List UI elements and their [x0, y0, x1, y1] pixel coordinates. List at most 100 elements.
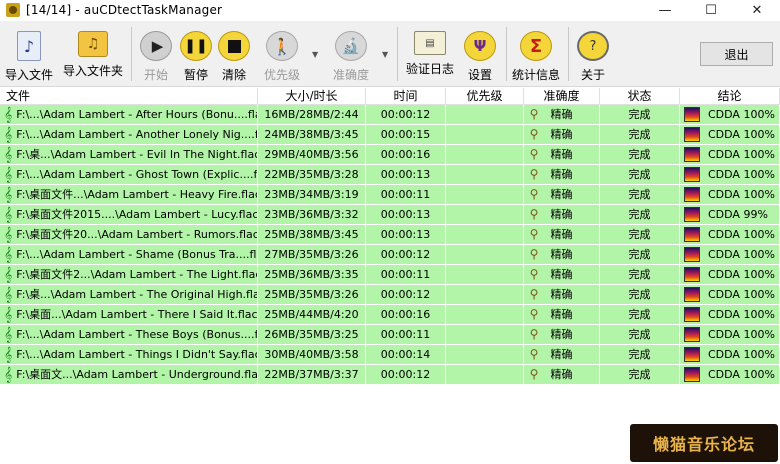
- file-path: F:\桌...\Adam Lambert - The Original High…: [16, 288, 258, 301]
- accuracy-value: 精确: [550, 208, 573, 221]
- walking-person-icon: 🚶: [266, 31, 298, 61]
- column-header-size[interactable]: 大小/时长: [258, 88, 366, 105]
- table-row[interactable]: 𝄞 F:\...\Adam Lambert - After Hours (Bonu…: [0, 105, 780, 125]
- time-cell: 00:00:12: [366, 105, 446, 124]
- accuracy-value: 精确: [550, 288, 573, 301]
- pause-label: 暂停: [183, 68, 208, 82]
- priority-dropdown-icon[interactable]: ▼: [312, 50, 318, 59]
- spectrum-icon[interactable]: [684, 147, 700, 162]
- spectrum-icon[interactable]: [684, 187, 700, 202]
- spectrum-icon[interactable]: [684, 247, 700, 262]
- pause-icon: ❚❚: [180, 31, 212, 61]
- music-file-icon: 𝄞: [4, 346, 13, 363]
- table-row[interactable]: 𝄞 F:\桌面文...\Adam Lambert - Underground.fl…: [0, 365, 780, 385]
- accuracy-dropdown-icon[interactable]: ▼: [382, 50, 388, 59]
- spectrum-icon[interactable]: [684, 207, 700, 222]
- spectrum-icon[interactable]: [684, 287, 700, 302]
- accuracy-cell: ⚲ 精确: [524, 345, 600, 364]
- table-row[interactable]: 𝄞 F:\桌...\Adam Lambert - Evil In The Nigh…: [0, 145, 780, 165]
- time-cell: 00:00:12: [366, 365, 446, 384]
- table-row[interactable]: 𝄞 F:\桌面文件...\Adam Lambert - Heavy Fire.fl…: [0, 185, 780, 205]
- column-header-result[interactable]: 结论: [680, 88, 780, 105]
- accuracy-value: 精确: [550, 248, 573, 261]
- status-cell: 完成: [600, 325, 680, 344]
- priority-cell: [446, 125, 524, 144]
- exit-button[interactable]: 退出: [700, 42, 773, 66]
- settings-label: 设置: [467, 68, 492, 82]
- priority-cell: [446, 165, 524, 184]
- settings-button[interactable]: Ψ 设置: [460, 25, 500, 83]
- table-row[interactable]: 𝄞 F:\...\Adam Lambert - Shame (Bonus Tra.…: [0, 245, 780, 265]
- import-folder-button[interactable]: ♫ 导入文件夹: [60, 25, 126, 83]
- pause-button[interactable]: ❚❚ 暂停: [176, 25, 216, 83]
- spectrum-icon[interactable]: [684, 347, 700, 362]
- verify-log-label: 验证日志: [405, 62, 454, 76]
- microscope-icon: ⚲: [529, 327, 539, 341]
- maximize-button[interactable]: ☐: [688, 0, 734, 20]
- about-button[interactable]: ? 关于: [574, 25, 612, 83]
- verify-log-button[interactable]: ▤ 验证日志: [404, 25, 456, 83]
- table-row[interactable]: 𝄞 F:\...\Adam Lambert - Ghost Town (Expli…: [0, 165, 780, 185]
- app-icon: [6, 3, 20, 17]
- spectrum-icon[interactable]: [684, 307, 700, 322]
- spectrum-icon[interactable]: [684, 367, 700, 382]
- result-cell: CDDA 100%: [680, 145, 780, 164]
- time-cell: 00:00:16: [366, 145, 446, 164]
- column-header-time[interactable]: 时间: [366, 88, 446, 105]
- spectrum-icon[interactable]: [684, 107, 700, 122]
- clear-button[interactable]: 清除: [214, 25, 254, 83]
- stats-button[interactable]: Σ 统计信息: [510, 25, 562, 83]
- result-cell: CDDA 100%: [680, 105, 780, 124]
- import-file-button[interactable]: ♪ 导入文件: [2, 25, 56, 83]
- table-row[interactable]: 𝄞 F:\桌面文件2015....\Adam Lambert - Lucy.fla…: [0, 205, 780, 225]
- file-cell: 𝄞 F:\...\Adam Lambert - After Hours (Bonu…: [0, 105, 258, 124]
- accuracy-button[interactable]: 🔬 准确度: [328, 25, 374, 83]
- table-row[interactable]: 𝄞 F:\桌面...\Adam Lambert - There I Said It…: [0, 305, 780, 325]
- table-row[interactable]: 𝄞 F:\桌...\Adam Lambert - The Original Hig…: [0, 285, 780, 305]
- minimize-button[interactable]: —: [642, 0, 688, 20]
- spectrum-icon[interactable]: [684, 267, 700, 282]
- file-cell: 𝄞 F:\...\Adam Lambert - Things I Didn't S…: [0, 345, 258, 364]
- time-cell: 00:00:14: [366, 345, 446, 364]
- table-row[interactable]: 𝄞 F:\...\Adam Lambert - These Boys (Bonus…: [0, 325, 780, 345]
- column-header-file[interactable]: 文件: [0, 88, 258, 105]
- close-button[interactable]: ✕: [734, 0, 780, 20]
- column-header-priority[interactable]: 优先级: [446, 88, 524, 105]
- column-header-status[interactable]: 状态: [600, 88, 680, 105]
- priority-button[interactable]: 🚶 优先级: [258, 25, 306, 83]
- column-header-accuracy[interactable]: 准确度: [524, 88, 600, 105]
- spectrum-icon[interactable]: [684, 327, 700, 342]
- size-cell: 25MB/44MB/4:20: [258, 305, 366, 324]
- start-button[interactable]: ▶ 开始: [136, 25, 176, 83]
- table-row[interactable]: 𝄞 F:\...\Adam Lambert - Things I Didn't S…: [0, 345, 780, 365]
- result-cell: CDDA 100%: [680, 365, 780, 384]
- result-value: CDDA 100%: [708, 308, 775, 321]
- priority-label: 优先级: [263, 68, 300, 82]
- accuracy-cell: ⚲ 精确: [524, 225, 600, 244]
- accuracy-cell: ⚲ 精确: [524, 305, 600, 324]
- microscope-icon: ⚲: [529, 167, 539, 181]
- accuracy-value: 精确: [550, 348, 573, 361]
- result-value: CDDA 100%: [708, 128, 775, 141]
- sigma-icon: Σ: [520, 31, 552, 61]
- table-row[interactable]: 𝄞 F:\桌面文件20...\Adam Lambert - Rumors.flac…: [0, 225, 780, 245]
- table-row[interactable]: 𝄞 F:\桌面文件2...\Adam Lambert - The Light.fl…: [0, 265, 780, 285]
- window-title: [14/14] - auCDtectTaskManager: [26, 3, 223, 17]
- time-cell: 00:00:13: [366, 205, 446, 224]
- toolbar-separator: [131, 27, 132, 81]
- microscope-icon: ⚲: [529, 127, 539, 141]
- spectrum-icon[interactable]: [684, 127, 700, 142]
- table-row[interactable]: 𝄞 F:\...\Adam Lambert - Another Lonely Ni…: [0, 125, 780, 145]
- priority-cell: [446, 105, 524, 124]
- file-cell: 𝄞 F:\...\Adam Lambert - Another Lonely Ni…: [0, 125, 258, 144]
- stats-label: 统计信息: [511, 68, 560, 82]
- spectrum-icon[interactable]: [684, 167, 700, 182]
- title-bar: [14/14] - auCDtectTaskManager — ☐ ✕: [0, 0, 780, 20]
- accuracy-value: 精确: [550, 308, 573, 321]
- spectrum-icon[interactable]: [684, 227, 700, 242]
- log-document-icon: ▤: [414, 31, 446, 55]
- play-icon: ▶: [140, 31, 172, 61]
- microscope-icon: ⚲: [529, 187, 539, 201]
- file-cell: 𝄞 F:\...\Adam Lambert - Shame (Bonus Tra.…: [0, 245, 258, 264]
- accuracy-cell: ⚲ 精确: [524, 145, 600, 164]
